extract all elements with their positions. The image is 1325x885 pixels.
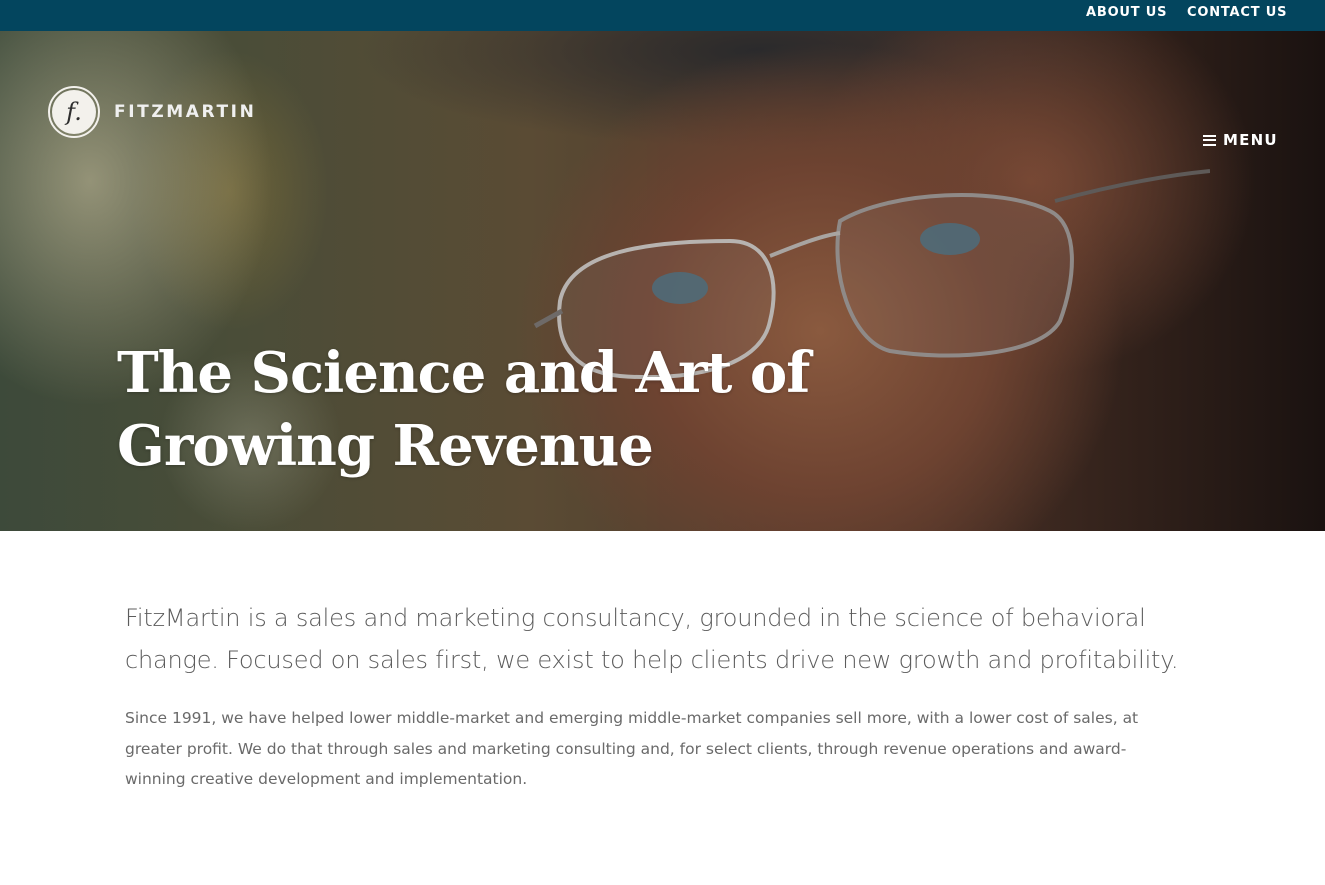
menu-label: MENU bbox=[1223, 131, 1278, 149]
hamburger-icon bbox=[1203, 134, 1216, 146]
intro-section: FitzMartin is a sales and marketing cons… bbox=[125, 597, 1185, 795]
menu-button[interactable]: MENU bbox=[1203, 131, 1278, 149]
top-utility-bar: ABOUT US CONTACT US bbox=[0, 0, 1325, 31]
hero-banner: f. FITZMARTIN MENU The Science and Art o… bbox=[0, 31, 1325, 531]
intro-body-text: Since 1991, we have helped lower middle-… bbox=[125, 709, 1139, 788]
intro-lead-text: FitzMartin is a sales and marketing cons… bbox=[125, 604, 1179, 674]
fitzmartin-logo[interactable]: f. FITZMARTIN bbox=[48, 86, 256, 138]
logo-wordmark: FITZMARTIN bbox=[114, 102, 257, 122]
hero-title: The Science and Art of Growing Revenue bbox=[117, 340, 810, 479]
logo-mark-icon: f. bbox=[48, 86, 100, 138]
contact-us-link[interactable]: CONTACT US bbox=[1187, 5, 1287, 20]
about-us-link[interactable]: ABOUT US bbox=[1086, 5, 1167, 20]
